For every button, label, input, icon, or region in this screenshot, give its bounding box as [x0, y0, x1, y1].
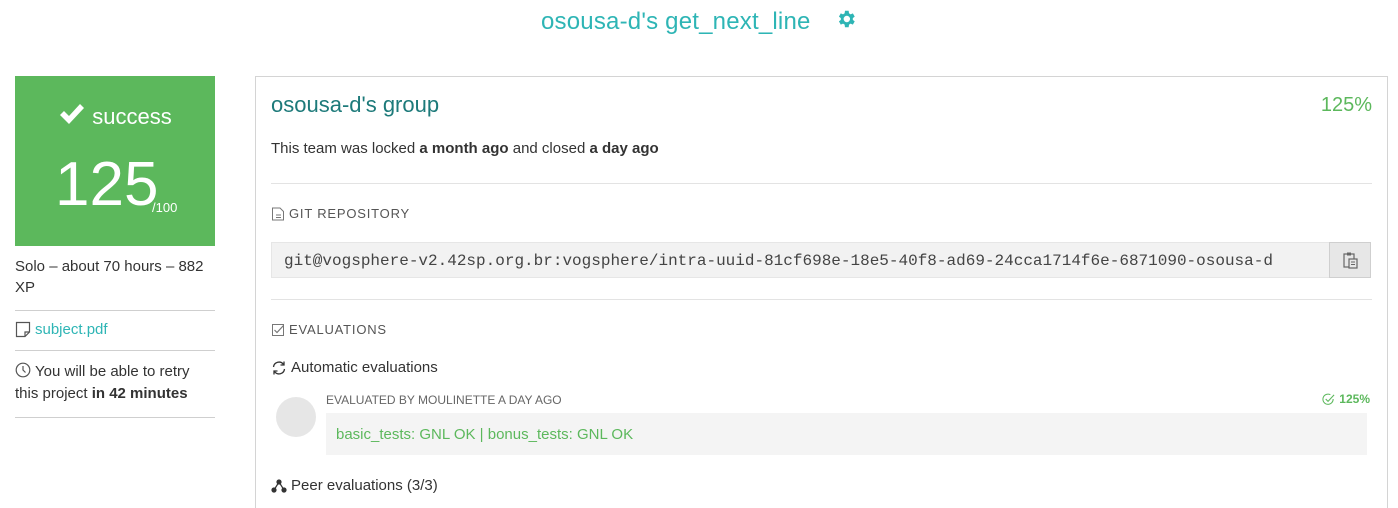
gear-icon[interactable]	[835, 8, 857, 30]
clock-icon	[15, 362, 31, 378]
subject-pdf-link[interactable]: subject.pdf	[35, 321, 108, 338]
lock-middle: and closed	[508, 140, 590, 157]
evaluation-score-value: 125%	[1339, 392, 1370, 406]
group-percent: 125%	[1320, 94, 1372, 116]
status-row: success	[15, 102, 215, 130]
evaluation-result: basic_tests: GNL OK | bonus_tests: GNL O…	[336, 426, 634, 443]
retry-info: You will be able to retry this project i…	[15, 351, 215, 418]
evaluations-label: EVALUATIONS	[289, 322, 387, 337]
git-repository-heading: GIT REPOSITORY	[271, 206, 410, 221]
automatic-evaluations-heading: Automatic evaluations	[271, 359, 438, 376]
lock-status: This team was locked a month ago and clo…	[271, 140, 659, 157]
clipboard-icon	[1343, 252, 1358, 269]
repository-url[interactable]: git@vogsphere-v2.42sp.org.br:vogsphere/i…	[284, 252, 1273, 270]
automatic-evaluations-label: Automatic evaluations	[291, 359, 438, 376]
peer-evaluations-heading: Peer evaluations (3/3)	[271, 477, 438, 494]
avatar	[276, 397, 316, 437]
peer-evaluations-label: Peer evaluations (3/3)	[291, 477, 438, 494]
git-repository-label: GIT REPOSITORY	[289, 206, 411, 221]
status-card: success 125 /100	[15, 76, 215, 246]
status-label: success	[92, 104, 172, 129]
repository-icon	[272, 207, 284, 220]
closed-when: a day ago	[589, 140, 659, 157]
retry-time: in 42 minutes	[91, 385, 188, 402]
project-sidebar: success 125 /100 Solo – about 70 hours –…	[15, 76, 215, 418]
divider	[271, 183, 1372, 184]
check-icon	[58, 102, 86, 126]
lock-prefix: This team was locked	[271, 140, 420, 157]
network-icon	[271, 478, 287, 493]
subject-row: subject.pdf	[15, 311, 215, 351]
refresh-icon	[272, 360, 286, 375]
evaluation-result-box: basic_tests: GNL OK | bonus_tests: GNL O…	[326, 413, 1367, 455]
copy-button[interactable]	[1329, 242, 1371, 278]
evaluation-score: 125%	[1322, 392, 1370, 406]
repository-box: git@vogsphere-v2.42sp.org.br:vogsphere/i…	[271, 242, 1371, 278]
checkbox-icon	[272, 323, 284, 336]
locked-when: a month ago	[419, 140, 509, 157]
evaluated-by: EVALUATED BY MOULINETTE A DAY AGO	[326, 393, 562, 407]
file-icon	[15, 321, 31, 338]
project-description: Solo – about 70 hours – 882 XP	[15, 246, 215, 311]
team-panel: osousa-d's group 125% This team was lock…	[255, 76, 1388, 508]
page-header: osousa-d's get_next_line	[0, 8, 1398, 44]
final-score: 125	[55, 150, 159, 219]
max-score: /100	[152, 200, 178, 215]
group-title: osousa-d's group	[271, 92, 440, 117]
divider	[271, 299, 1372, 300]
evaluations-heading: EVALUATIONS	[271, 322, 387, 337]
check-circle-icon	[1322, 393, 1335, 405]
page-title: osousa-d's get_next_line	[540, 8, 811, 35]
